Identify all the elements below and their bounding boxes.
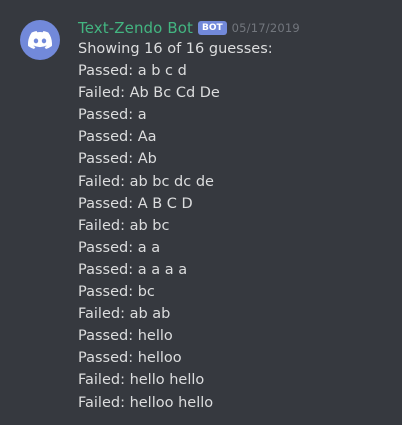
bot-avatar[interactable] — [20, 20, 60, 60]
message-line: Failed: hello hello — [78, 372, 205, 389]
message-line: Failed: ab bc — [78, 217, 170, 234]
message-content: Showing 16 of 16 guesses: Passed: a b c … — [78, 38, 388, 414]
message-line: Passed: Ab — [78, 151, 157, 168]
message-line: Passed: bc — [78, 284, 155, 301]
message-timestamp[interactable]: 05/17/2019 — [232, 21, 300, 35]
message-line: Passed: a a a a — [78, 261, 188, 278]
message-line: Passed: a a — [78, 239, 161, 256]
discord-logo-icon — [28, 31, 52, 49]
message-line: Passed: a b c d — [78, 63, 187, 80]
message-header: Text-Zendo Bot BOT 05/17/2019 — [78, 17, 300, 39]
chat-message: Text-Zendo Bot BOT 05/17/2019 Showing 16… — [0, 0, 402, 425]
message-line: Failed: ab ab — [78, 306, 171, 323]
message-line: Failed: Ab Bc Cd De — [78, 85, 220, 102]
message-line: Passed: hello — [78, 328, 173, 345]
message-line: Passed: Aa — [78, 129, 157, 146]
message-line: Passed: a — [78, 107, 147, 124]
message-line: Passed: helloo — [78, 350, 182, 367]
message-line: Failed: helloo hello — [78, 394, 214, 411]
message-line: Failed: ab bc dc de — [78, 173, 214, 190]
message-line: Passed: A B C D — [78, 195, 193, 212]
message-line: Showing 16 of 16 guesses: — [78, 41, 273, 57]
bot-badge: BOT — [197, 21, 227, 35]
author-name[interactable]: Text-Zendo Bot — [78, 19, 193, 37]
